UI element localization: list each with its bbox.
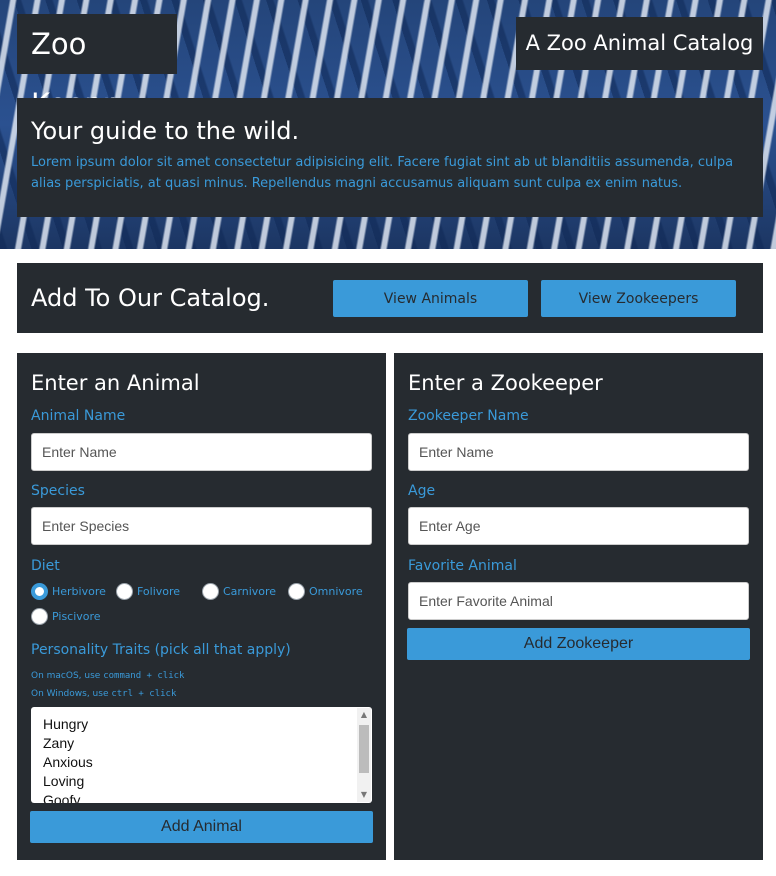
personality-traits-label: Personality Traits (pick all that apply) bbox=[31, 642, 291, 658]
diet-option-label: Omnivore bbox=[309, 585, 363, 598]
zookeeper-name-label: Zookeeper Name bbox=[408, 408, 529, 424]
radio-button[interactable] bbox=[116, 583, 133, 600]
action-bar-title: Add To Our Catalog. bbox=[31, 284, 270, 312]
age-label: Age bbox=[408, 483, 436, 499]
diet-option-label: Carnivore bbox=[223, 585, 277, 598]
trait-option[interactable]: Loving bbox=[43, 772, 93, 791]
animal-name-input[interactable] bbox=[31, 433, 372, 471]
species-input[interactable] bbox=[31, 507, 372, 545]
intro-panel: Your guide to the wild. Lorem ipsum dolo… bbox=[17, 98, 763, 217]
scroll-down-arrow-icon[interactable]: ▼ bbox=[357, 788, 371, 802]
scroll-thumb[interactable] bbox=[359, 725, 369, 773]
zookeeper-form: Enter a Zookeeper Zookeeper Name Age Fav… bbox=[394, 353, 763, 860]
diet-option-label: Folivore bbox=[137, 585, 181, 598]
trait-option[interactable]: Hungry bbox=[43, 715, 93, 734]
action-bar: Add To Our Catalog. View Animals View Zo… bbox=[17, 263, 763, 333]
intro-title: Your guide to the wild. bbox=[31, 117, 300, 145]
trait-option[interactable]: Anxious bbox=[43, 753, 93, 772]
view-zookeepers-button[interactable]: View Zookeepers bbox=[541, 280, 736, 317]
traits-option-list: Hungry Zany Anxious Loving Goofy bbox=[43, 715, 93, 803]
radio-button[interactable] bbox=[202, 583, 219, 600]
add-zookeeper-button[interactable]: Add Zookeeper bbox=[407, 628, 750, 660]
trait-option[interactable]: Goofy bbox=[43, 791, 93, 803]
scroll-up-arrow-icon[interactable]: ▲ bbox=[357, 708, 371, 722]
diet-option-herbivore[interactable]: Herbivore bbox=[31, 583, 106, 600]
intro-text: Lorem ipsum dolor sit amet consectetur a… bbox=[31, 155, 734, 191]
diet-option-piscivore[interactable]: Piscivore bbox=[31, 608, 101, 625]
site-tagline: A Zoo Animal Catalog bbox=[516, 17, 763, 70]
view-animals-button[interactable]: View Animals bbox=[333, 280, 528, 317]
zookeeper-name-input[interactable] bbox=[408, 433, 749, 471]
animal-form-title: Enter an Animal bbox=[31, 371, 200, 395]
diet-option-folivore[interactable]: Folivore bbox=[116, 583, 180, 600]
mac-multiselect-hint: On macOS, use command + click bbox=[31, 670, 184, 682]
listbox-scrollbar[interactable]: ▲ ▼ bbox=[357, 708, 371, 802]
add-animal-button[interactable]: Add Animal bbox=[30, 811, 373, 843]
hint-text: On macOS, use bbox=[31, 671, 104, 681]
age-input[interactable] bbox=[408, 507, 749, 545]
zookeeper-form-title: Enter a Zookeeper bbox=[408, 371, 603, 395]
hint-text: On Windows, use bbox=[31, 689, 112, 699]
diet-option-label: Piscivore bbox=[52, 610, 101, 623]
radio-button-checked[interactable] bbox=[31, 583, 48, 600]
personality-traits-select[interactable]: Hungry Zany Anxious Loving Goofy ▲ ▼ bbox=[31, 707, 372, 803]
animal-form: Enter an Animal Animal Name Species Diet… bbox=[17, 353, 386, 860]
hint-shortcut: ctrl + click bbox=[111, 689, 177, 699]
diet-option-omnivore[interactable]: Omnivore bbox=[288, 583, 363, 600]
radio-button[interactable] bbox=[288, 583, 305, 600]
site-brand[interactable]: Zoo Keepr bbox=[17, 14, 177, 121]
diet-option-label: Herbivore bbox=[52, 585, 106, 598]
hero-banner: Zoo Keepr A Zoo Animal Catalog Your guid… bbox=[0, 0, 776, 249]
favorite-animal-label: Favorite Animal bbox=[408, 558, 517, 574]
diet-label: Diet bbox=[31, 558, 60, 574]
diet-option-carnivore[interactable]: Carnivore bbox=[202, 583, 276, 600]
trait-option[interactable]: Zany bbox=[43, 734, 93, 753]
species-label: Species bbox=[31, 483, 85, 499]
favorite-animal-input[interactable] bbox=[408, 582, 749, 620]
radio-button[interactable] bbox=[31, 608, 48, 625]
hint-shortcut: command + click bbox=[103, 671, 185, 681]
windows-multiselect-hint: On Windows, use ctrl + click bbox=[31, 688, 176, 700]
animal-name-label: Animal Name bbox=[31, 408, 126, 424]
